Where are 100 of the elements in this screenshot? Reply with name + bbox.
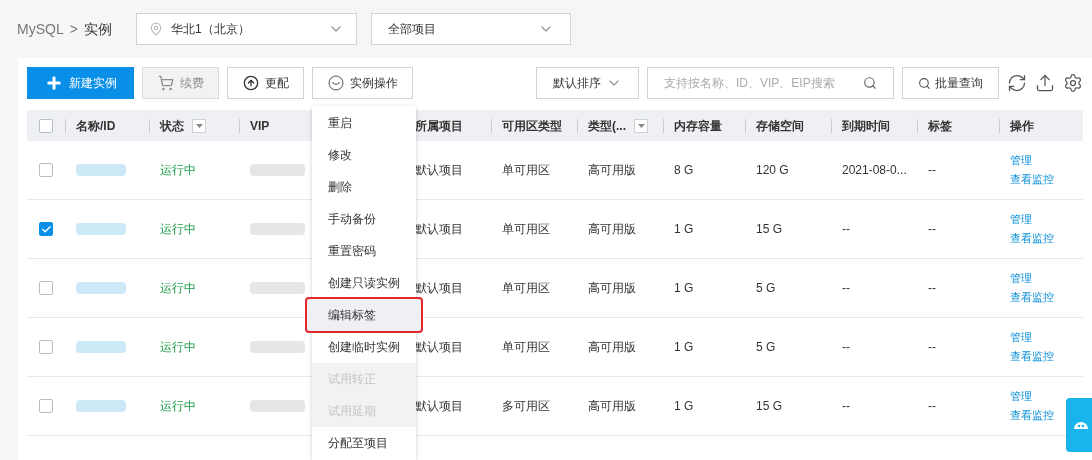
status-text: 运行中: [160, 399, 196, 413]
row-checkbox[interactable]: [39, 399, 53, 413]
menu-item[interactable]: 删除: [312, 171, 416, 203]
sort-select[interactable]: 默认排序: [536, 67, 639, 99]
menu-item[interactable]: 重置密码: [312, 235, 416, 267]
settings-icon[interactable]: [1063, 73, 1083, 93]
filter-dropdown[interactable]: [192, 118, 206, 133]
table-cell: 高可用版: [588, 222, 636, 236]
blurred-name: [76, 282, 126, 294]
menu-item[interactable]: 分配至项目: [312, 427, 416, 459]
action-link[interactable]: 查看监控: [1010, 347, 1054, 366]
action-link[interactable]: 管理: [1010, 269, 1032, 288]
table-cell: 1 G: [674, 281, 694, 295]
table-cell: 高可用版: [588, 340, 636, 354]
action-link[interactable]: 查看监控: [1010, 170, 1054, 189]
table-cell: 高可用版: [588, 281, 636, 295]
plus-icon: [44, 74, 63, 92]
breadcrumb-link[interactable]: MySQL: [17, 18, 64, 40]
column-header: 到期时间: [842, 117, 890, 135]
table-cell: 5 G: [756, 281, 776, 295]
table-cell: --: [928, 163, 936, 177]
action-link[interactable]: 管理: [1010, 328, 1032, 347]
table-cell: 默认项目: [415, 163, 463, 177]
row-checkbox[interactable]: [39, 163, 53, 177]
table-cell: --: [842, 222, 850, 236]
table-cell: --: [928, 281, 936, 295]
action-link[interactable]: 管理: [1010, 210, 1032, 229]
action-link[interactable]: 查看监控: [1010, 229, 1054, 248]
blurred-vip: [250, 341, 305, 353]
smile-circle-icon: [327, 75, 344, 91]
table-cell: 1 G: [674, 340, 694, 354]
column-header: 存储空间: [756, 117, 804, 135]
blurred-name: [76, 164, 126, 176]
column-header: 内存容量: [674, 117, 722, 135]
table-cell: --: [842, 281, 850, 295]
status-text: 运行中: [160, 281, 196, 295]
blurred-vip: [250, 400, 305, 412]
menu-item[interactable]: 修改: [312, 139, 416, 171]
blurred-name: [76, 223, 126, 235]
table-cell: --: [928, 399, 936, 413]
table-cell: 单可用区: [502, 340, 550, 354]
row-checkbox[interactable]: [39, 118, 53, 133]
search-icon: [863, 76, 877, 90]
table-cell: 高可用版: [588, 163, 636, 177]
menu-item[interactable]: 重启: [312, 107, 416, 139]
menu-item[interactable]: 创建只读实例: [312, 267, 416, 299]
row-checkbox[interactable]: [39, 222, 53, 236]
upload-tray-icon[interactable]: [1035, 73, 1055, 93]
project-select[interactable]: 全部项目: [371, 13, 571, 45]
table-cell: --: [928, 340, 936, 354]
region-select[interactable]: 华北1（北京）: [136, 13, 357, 45]
action-link[interactable]: 管理: [1010, 151, 1032, 170]
table-cell: 15 G: [756, 399, 782, 413]
action-link[interactable]: 管理: [1010, 387, 1032, 406]
table-cell: --: [842, 340, 850, 354]
table-cell: 单可用区: [502, 163, 550, 177]
column-header: 操作: [1010, 117, 1034, 135]
action-link[interactable]: 查看监控: [1010, 288, 1054, 307]
blurred-vip: [250, 282, 305, 294]
menu-item[interactable]: 编辑标签: [307, 299, 421, 331]
action-link[interactable]: 查看监控: [1010, 406, 1054, 425]
table-cell: 15 G: [756, 222, 782, 236]
table-cell: 8 G: [674, 163, 694, 177]
menu-item[interactable]: 创建临时实例: [312, 331, 416, 363]
table-cell: 2021-08-0...: [842, 163, 907, 177]
table-cell: 默认项目: [415, 281, 463, 295]
column-header: 状态: [160, 117, 184, 135]
blurred-vip: [250, 164, 305, 176]
column-header: 标签: [928, 117, 952, 135]
status-text: 运行中: [160, 340, 196, 354]
table-cell: 5 G: [756, 340, 776, 354]
blurred-name: [76, 400, 126, 412]
menu-item[interactable]: 手动备份: [312, 203, 416, 235]
table-cell: 多可用区: [502, 399, 550, 413]
caret-icon: [195, 123, 203, 128]
filter-dropdown[interactable]: [634, 118, 648, 133]
table-cell: 1 G: [674, 222, 694, 236]
batch-query-button[interactable]: 批量查询: [902, 67, 999, 99]
cart-icon: [157, 75, 174, 91]
table-cell: 默认项目: [415, 340, 463, 354]
status-text: 运行中: [160, 163, 196, 177]
table-cell: 120 G: [756, 163, 789, 177]
toolbar-button[interactable]: 更配: [227, 67, 304, 99]
column-header: 名称/ID: [76, 117, 116, 135]
status-text: 运行中: [160, 222, 196, 236]
table-cell: 单可用区: [502, 222, 550, 236]
row-checkbox[interactable]: [39, 340, 53, 354]
blurred-name: [76, 341, 126, 353]
search-input[interactable]: 支持按名称、ID、VIP、EIP搜索: [664, 74, 863, 92]
row-checkbox[interactable]: [39, 281, 53, 295]
column-header: 所属项目: [415, 117, 463, 135]
table-cell: 默认项目: [415, 222, 463, 236]
toolbar-button[interactable]: 实例操作: [312, 67, 413, 99]
help-float-button[interactable]: [1066, 398, 1092, 452]
table-cell: 1 G: [674, 399, 694, 413]
column-header: 类型(...: [588, 117, 626, 135]
refresh-icon[interactable]: [1007, 73, 1027, 93]
search-field[interactable]: 支持按名称、ID、VIP、EIP搜索: [647, 67, 894, 99]
column-header: 可用区类型: [502, 117, 562, 135]
breadcrumb-separator: >: [69, 19, 78, 39]
